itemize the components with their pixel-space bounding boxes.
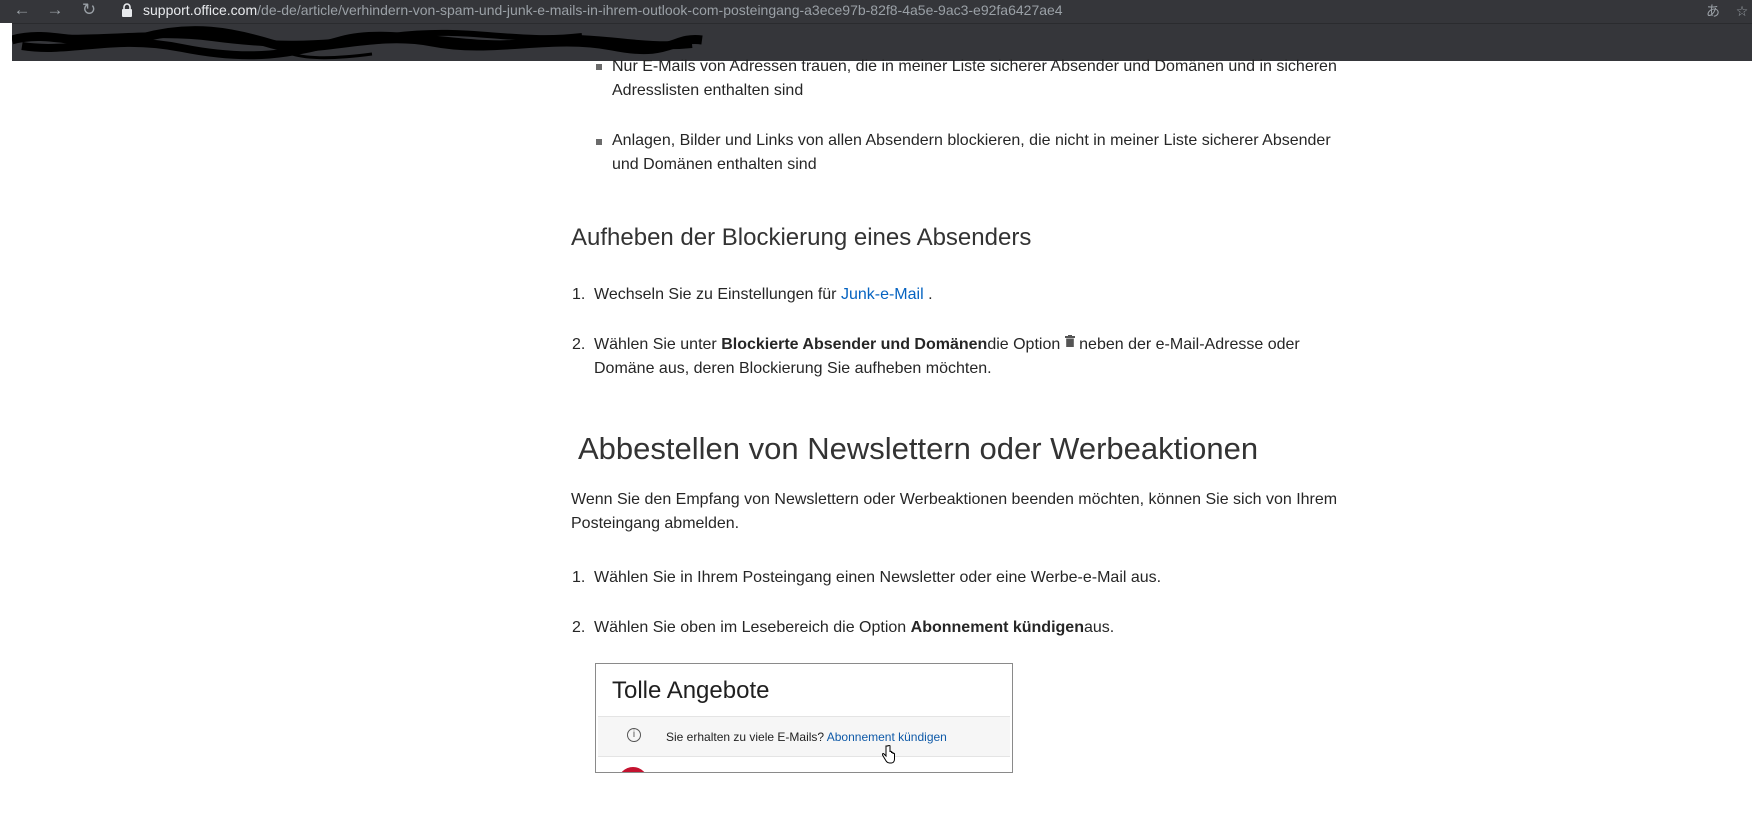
step-text-part: Wählen Sie unter (594, 336, 722, 353)
address-bar[interactable]: support.office.com/de-de/article/verhind… (143, 0, 1063, 22)
list-item: Anlagen, Bilder und Links von allen Abse… (612, 132, 1331, 173)
info-icon: i (627, 728, 641, 742)
forward-icon[interactable]: → (43, 0, 67, 22)
translate-icon[interactable]: あ (1703, 1, 1723, 21)
redaction-scribble (12, 26, 703, 60)
step-number: 2. (572, 336, 586, 353)
back-icon[interactable]: ← (10, 0, 34, 22)
step-number: 1. (572, 286, 586, 303)
url-host: support.office.com (143, 2, 258, 18)
trash-icon (1064, 335, 1075, 347)
screenshot-question-text: Sie erhalten zu viele E-Mails? (666, 730, 827, 744)
step-text-part: aus. (1083, 619, 1115, 636)
step-text: Wechseln Sie zu Einstellungen für Junk-e… (594, 283, 933, 307)
section-heading-unblock: Aufheben der Blockierung eines Absenders (571, 224, 1032, 251)
step-text-part: Wählen Sie oben im Lesebereich die Optio… (594, 619, 911, 636)
screenshot-title: Tolle Angebote (612, 677, 770, 704)
star-icon[interactable]: ☆ (1732, 1, 1752, 21)
example-screenshot: Tolle Angebote i Sie erhalten zu viele E… (595, 663, 1013, 773)
step-text-part: Wechseln Sie zu Einstellungen für (594, 286, 841, 303)
step-bold-label: Abonnement kündigen (910, 619, 1084, 636)
bullet-marker (596, 64, 602, 70)
lock-icon (122, 3, 132, 17)
avatar (618, 767, 648, 772)
step-number: 1. (572, 569, 586, 586)
browser-chrome: ← → ↻ support.office.com/de-de/article/v… (0, 0, 1752, 61)
junk-email-link[interactable]: Junk-e-Mail (841, 286, 924, 303)
screenshot-info-bar: i Sie erhalten zu viele E-Mails? Abonnem… (598, 716, 1010, 757)
section-heading-unsubscribe: Abbestellen von Newslettern oder Werbeak… (578, 431, 1259, 466)
step-number: 2. (572, 619, 586, 636)
bullet-marker (596, 139, 602, 145)
url-path: /de-de/article/verhindern-von-spam-und-j… (257, 2, 1063, 18)
screenshot-question: Sie erhalten zu viele E-Mails? Abonnemen… (666, 729, 947, 745)
unsubscribe-link: Abonnement kündigen (826, 730, 947, 744)
step-bold-label: Blockierte Absender und Domänen (721, 336, 988, 353)
hand-pointer-icon (882, 745, 895, 764)
list-item: Nur E-Mails von Adressen trauen, die in … (612, 58, 1337, 99)
step-text-part: die Option (987, 336, 1065, 353)
step-text-end: . (923, 286, 933, 303)
step-text: Wählen Sie unter Blockierte Absender und… (594, 333, 1334, 381)
step-text: Wählen Sie oben im Lesebereich die Optio… (594, 616, 1114, 640)
step-text: Wählen Sie in Ihrem Posteingang einen Ne… (594, 569, 1162, 586)
section-intro: Wenn Sie den Empfang von Newslettern ode… (571, 491, 1338, 532)
reload-icon[interactable]: ↻ (77, 0, 101, 22)
browser-toolbar: ← → ↻ support.office.com/de-de/article/v… (0, 0, 1752, 23)
